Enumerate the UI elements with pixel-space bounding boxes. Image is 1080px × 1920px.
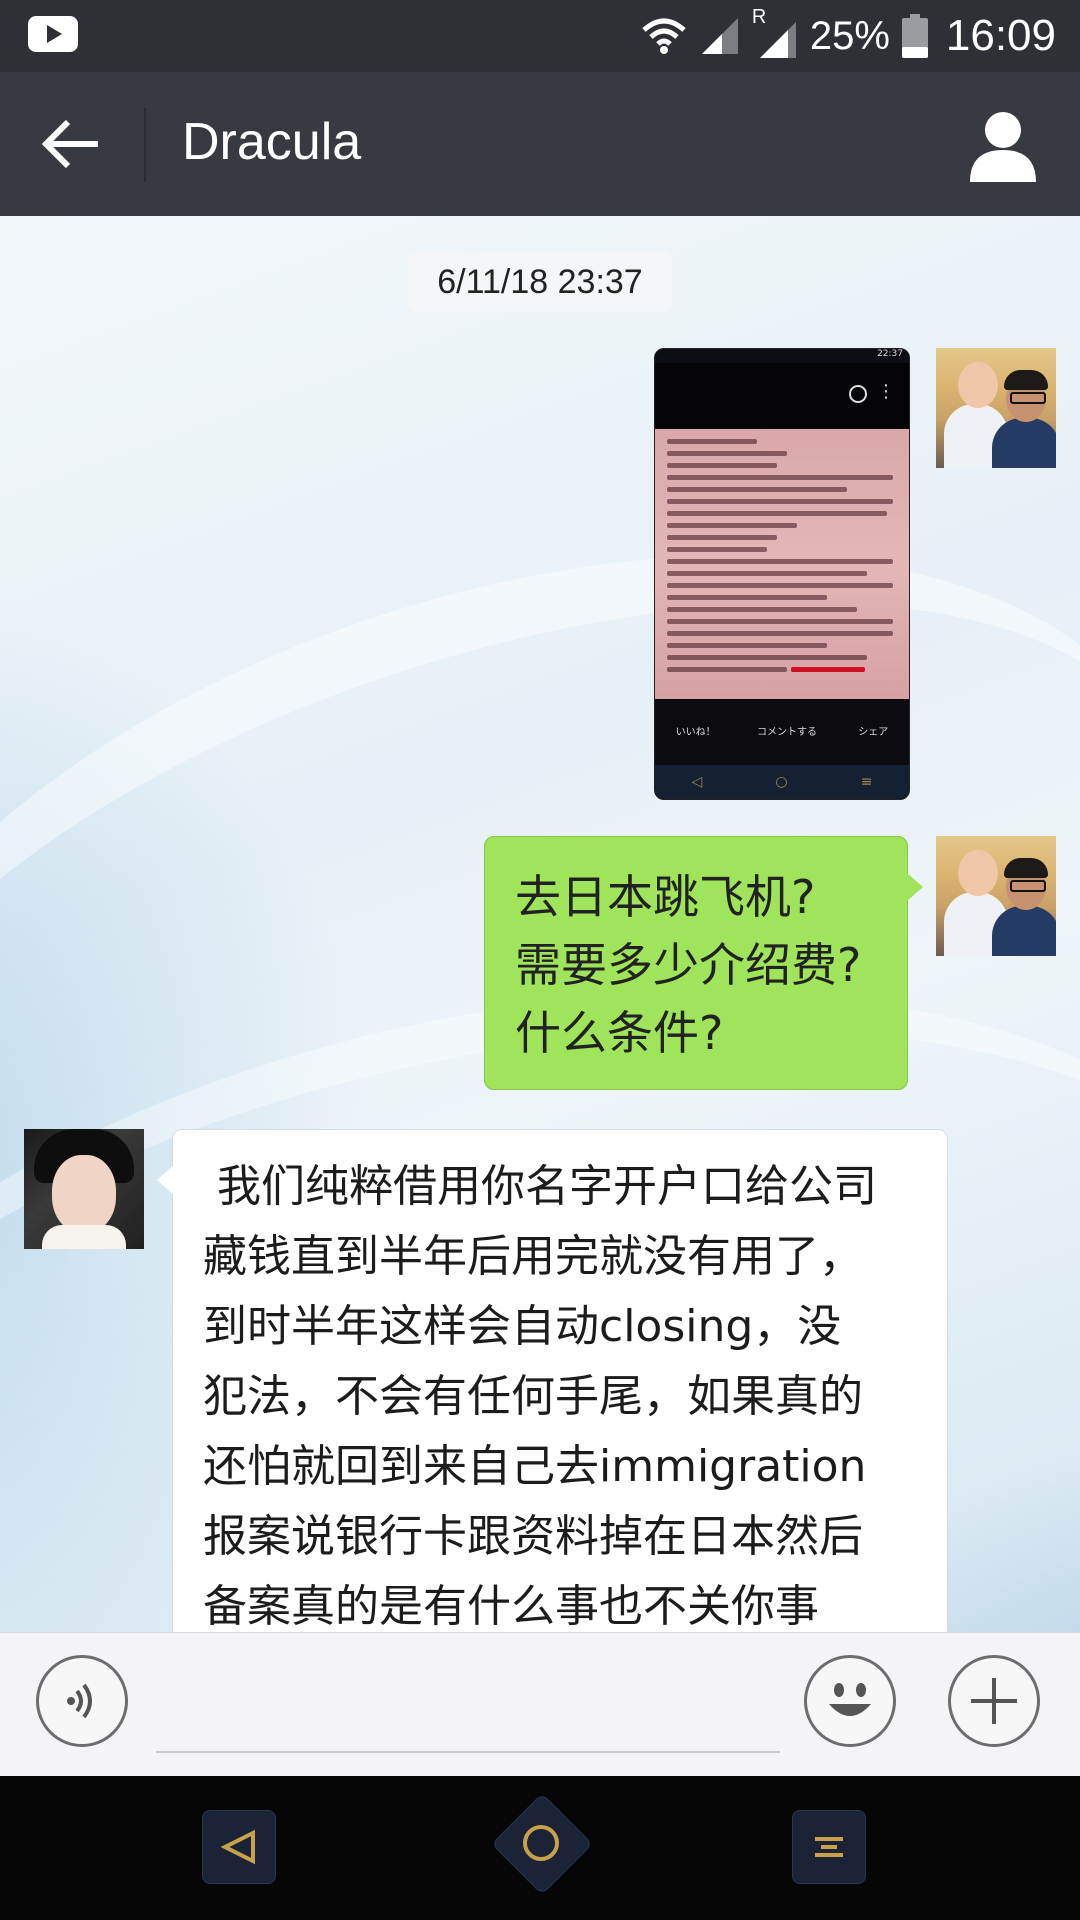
battery-icon	[901, 14, 928, 58]
my-avatar[interactable]	[936, 348, 1056, 468]
screenshot-navbar: ◁ ○ ≡	[655, 765, 909, 799]
input-bar	[0, 1632, 1080, 1777]
clock: 16:09	[945, 11, 1056, 60]
wifi-icon	[642, 18, 686, 54]
nav-home-icon: ○	[775, 774, 788, 790]
message-line: 需要多少介绍费?	[515, 938, 862, 992]
voice-icon	[67, 1683, 92, 1719]
message-line: 什么条件?	[515, 1006, 724, 1060]
person-icon[interactable]	[966, 108, 1040, 182]
contact-avatar[interactable]	[24, 1129, 144, 1249]
message-line: 还怕就回到来自己去immigration	[203, 1441, 867, 1492]
share-action: シェア	[858, 727, 889, 738]
screenshot-time: 22:37	[877, 349, 903, 359]
screenshot-ad-image	[655, 429, 909, 699]
contact-message-bubble[interactable]: 我们纯粹借用你名字开户口给公司 藏钱直到半年后用完就没有用了， 到时半年这样会自…	[157, 1129, 948, 1632]
message-timestamp: 6/11/18 23:37	[408, 252, 672, 312]
more-icon: ⋮	[877, 381, 895, 402]
nav-menu-icon	[815, 1837, 843, 1857]
emoji-button[interactable]	[804, 1655, 896, 1747]
youtube-icon	[28, 16, 78, 52]
nav-back-button[interactable]	[202, 1810, 276, 1884]
nav-back-icon	[220, 1829, 255, 1865]
like-action: いいね！	[675, 727, 716, 738]
nav-home-icon	[523, 1825, 559, 1861]
header-divider	[144, 108, 146, 182]
emoji-icon	[829, 1683, 871, 1716]
my-message-bubble[interactable]: 去日本跳飞机? 需要多少介绍费? 什么条件?	[484, 836, 923, 1090]
signal-roaming-icon	[759, 22, 796, 58]
message-input[interactable]	[156, 1751, 780, 1753]
image-message[interactable]: 22:37 ⋮ いいね！ コメントする シェア ◁ ○ ≡	[654, 348, 910, 800]
screenshot-footer: いいね！ コメントする シェア ◁ ○ ≡	[655, 699, 909, 799]
message-line: 藏钱直到半年后用完就没有用了，	[203, 1231, 863, 1282]
message-line: 我们纯粹借用你名字开户口给公司	[203, 1161, 877, 1212]
system-nav-bar	[0, 1776, 1080, 1920]
message-line: 到时半年这样会自动closing，没	[203, 1301, 842, 1352]
comment-action: コメントする	[756, 727, 817, 738]
message-line: 去日本跳飞机?	[515, 870, 816, 924]
plus-icon	[971, 1678, 1017, 1724]
status-bar: R 25% 16:09	[0, 0, 1080, 72]
my-avatar[interactable]	[936, 836, 1056, 956]
nav-back-icon: ◁	[691, 774, 703, 790]
chat-header: Dracula	[0, 72, 1080, 216]
message-line: 犯法，不会有任何手尾，如果真的	[203, 1371, 863, 1422]
roaming-signal: R	[752, 6, 798, 62]
message-line: 报案说银行卡跟资料掉在日本然后	[203, 1511, 863, 1562]
battery-percent: 25%	[809, 13, 890, 58]
message-line: 备案真的是有什么事也不关你事	[203, 1581, 819, 1632]
screenshot-actions: いいね！ コメントする シェア	[655, 723, 909, 743]
voice-button[interactable]	[36, 1655, 128, 1747]
nav-menu-icon: ≡	[860, 774, 873, 790]
screenshot-status-bar: 22:37	[655, 349, 909, 363]
chat-area[interactable]: 6/11/18 23:37 22:37 ⋮ いいね！ コメントする シェア ◁ …	[0, 216, 1080, 1632]
add-button[interactable]	[948, 1655, 1040, 1747]
screenshot-topbar: ⋮	[655, 363, 909, 429]
nav-menu-button[interactable]	[792, 1810, 866, 1884]
search-icon	[849, 385, 867, 403]
signal-icon	[701, 18, 738, 54]
arrow-left-icon[interactable]	[34, 108, 110, 180]
chat-title: Dracula	[182, 113, 362, 171]
